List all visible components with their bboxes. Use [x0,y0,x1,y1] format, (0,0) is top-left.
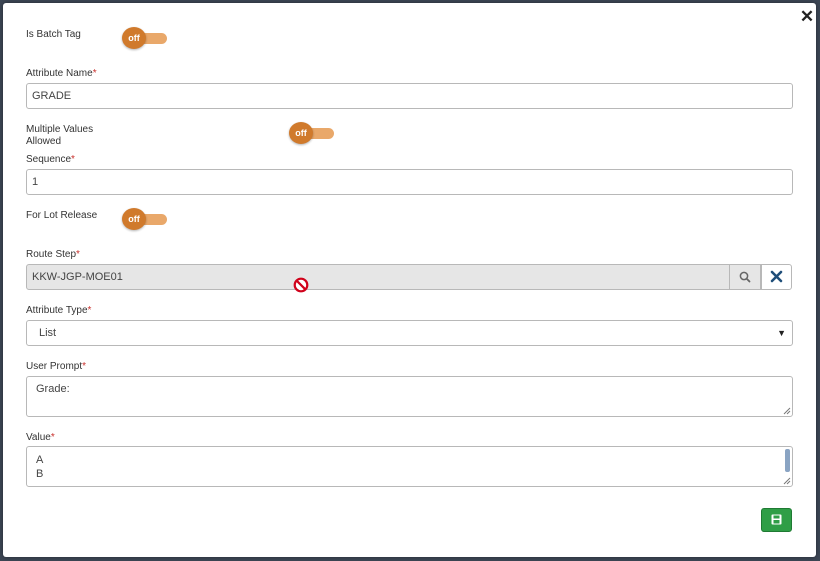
sequence-label: Sequence* [26,154,75,166]
multiple-values-label: Multiple Values Allowed [26,124,93,148]
resize-grip-icon[interactable] [783,477,791,485]
required-mark: * [82,361,87,372]
multiple-values-label-line1: Multiple Values [26,124,94,135]
attribute-dialog: ✕ Is Batch Tag off Attribute Name* GRADE… [3,3,816,557]
toggle-knob: off [289,122,313,144]
required-mark: * [71,154,75,165]
close-icon[interactable]: ✕ [798,7,816,27]
chevron-down-icon: ▼ [777,328,786,338]
required-mark: * [87,305,92,316]
sequence-input[interactable]: 1 [26,169,793,195]
attribute-name-label: Attribute Name* [26,68,97,80]
user-prompt-label-text: User Prompt [26,361,83,372]
user-prompt-value: Grade: [36,383,70,395]
route-step-label: Route Step* [26,249,80,261]
route-step-label-text: Route Step [26,249,77,260]
for-lot-release-toggle[interactable]: off [122,208,168,230]
clear-icon [770,270,783,283]
route-step-input[interactable]: KKW-JGP-MOE01 [26,264,730,290]
is-batch-tag-label: Is Batch Tag [26,29,81,40]
attribute-type-selected: List [39,327,57,339]
multiple-values-label-line2: Allowed [26,136,62,147]
attribute-name-label-text: Attribute Name [26,68,93,79]
attribute-type-label: Attribute Type* [26,305,91,317]
user-prompt-label: User Prompt* [26,361,86,373]
floppy-disk-icon [771,514,782,525]
attribute-type-label-text: Attribute Type [26,305,88,316]
route-step-clear-button[interactable] [761,264,792,290]
resize-grip-icon[interactable] [783,407,791,415]
route-step-search-button[interactable] [730,264,761,290]
value-label-text: Value [26,432,51,443]
is-batch-tag-toggle[interactable]: off [122,27,168,49]
attribute-name-input[interactable]: GRADE [26,83,793,109]
user-prompt-textarea[interactable]: Grade: [26,376,793,417]
scrollbar-thumb[interactable] [785,449,790,472]
value-label: Value* [26,432,55,444]
value-line: A [36,454,44,466]
toggle-knob: off [122,208,146,230]
not-allowed-cursor-icon [293,277,309,293]
sequence-label-text: Sequence [26,154,72,165]
required-mark: * [76,249,80,260]
required-mark: * [92,68,97,79]
multiple-values-toggle[interactable]: off [289,122,335,144]
save-button[interactable] [761,508,792,532]
attribute-type-select[interactable]: List ▼ [26,320,793,346]
value-line: B [36,468,44,480]
for-lot-release-label: For Lot Release [26,210,98,221]
required-mark: * [50,432,55,443]
toggle-knob: off [122,27,146,49]
value-textarea[interactable]: A B [26,446,793,487]
search-icon [739,271,751,283]
